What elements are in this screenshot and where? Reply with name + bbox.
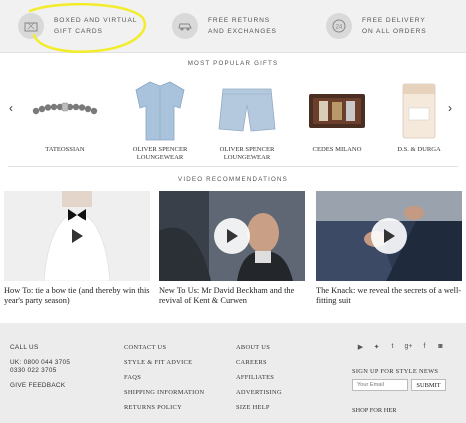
uk-phone[interactable]: UK: 0800 044 3705 xyxy=(10,359,70,366)
section-divider xyxy=(8,166,458,167)
gift-label: D.S. & DURGA xyxy=(397,146,441,153)
video-thumbnail[interactable] xyxy=(4,191,150,281)
twitter-icon[interactable]: ✦ xyxy=(372,342,381,351)
carousel-prev-arrow-icon[interactable]: ‹ xyxy=(9,101,13,115)
gift-label: OLIVER SPENCER xyxy=(219,146,275,153)
benefit-line2: AND EXCHANGES xyxy=(208,28,277,35)
gift-label-line2: LOUNGEWEAR xyxy=(223,154,271,161)
car-icon xyxy=(172,13,198,39)
benefits-bar: BOXED AND VIRTUAL GIFT CARDS FREE RETURN… xyxy=(0,0,466,53)
benefit-free-returns[interactable]: FREE RETURNS AND EXCHANGES xyxy=(172,0,277,52)
footer-help-column: CONTACT US STYLE & FIT ADVICE FAQS SHIPP… xyxy=(124,344,204,419)
newsletter-email-input[interactable] xyxy=(352,379,408,391)
shop-for-her-link[interactable]: SHOP FOR HER xyxy=(352,407,397,414)
footer: CALL US UK: 0800 044 3705 0330 022 3705 … xyxy=(0,323,466,423)
shorts-image xyxy=(209,78,285,142)
benefit-line1: BOXED AND VIRTUAL xyxy=(54,17,138,24)
play-button[interactable] xyxy=(371,218,407,254)
gift-label-line2: LOUNGEWEAR xyxy=(136,154,184,161)
footer-call-column: CALL US UK: 0800 044 3705 0330 022 3705 … xyxy=(10,344,70,397)
play-button[interactable] xyxy=(59,218,95,254)
video-caption[interactable]: How To: tie a bow tie (and thereby win t… xyxy=(4,286,150,306)
video-card[interactable]: How To: tie a bow tie (and thereby win t… xyxy=(4,191,150,306)
box-set-image xyxy=(299,78,375,142)
alt-phone[interactable]: 0330 022 3705 xyxy=(10,367,70,374)
benefit-line2: ON ALL ORDERS xyxy=(362,28,427,35)
video-card[interactable]: The Knack: we reveal the secrets of a we… xyxy=(316,191,462,306)
facebook-icon[interactable]: f xyxy=(420,342,429,351)
benefit-line1: FREE RETURNS xyxy=(208,17,271,24)
video-caption[interactable]: New To Us: Mr David Beckham and the revi… xyxy=(159,286,305,306)
gift-label: CEDES MILANO xyxy=(312,146,362,153)
gift-item[interactable]: OLIVER SPENCER LOUNGEWEAR xyxy=(209,78,285,162)
gift-label: TATEOSSIAN xyxy=(45,146,85,153)
gift-item[interactable]: CEDES MILANO xyxy=(299,78,375,154)
video-caption[interactable]: The Knack: we reveal the secrets of a we… xyxy=(316,286,462,306)
newsletter-submit-button[interactable]: SUBMIT xyxy=(411,379,446,391)
google-plus-icon[interactable]: g+ xyxy=(404,342,413,351)
footer-link[interactable]: AFFILIATES xyxy=(236,374,282,381)
benefit-line1: FREE DELIVERY xyxy=(362,17,426,24)
footer-link[interactable]: RETURNS POLICY xyxy=(124,404,204,411)
instagram-icon[interactable]: ◙ xyxy=(436,342,445,351)
footer-link[interactable]: ADVERTISING xyxy=(236,389,282,396)
footer-about-column: ABOUT US CAREERS AFFILIATES ADVERTISING … xyxy=(236,344,282,419)
video-thumbnail[interactable] xyxy=(316,191,462,281)
footer-link[interactable]: STYLE & FIT ADVICE xyxy=(124,359,204,366)
video-thumbnail[interactable] xyxy=(159,191,305,281)
video-recommendations-title: VIDEO RECOMMENDATIONS xyxy=(178,176,288,183)
most-popular-gifts-title: MOST POPULAR GIFTS xyxy=(187,60,279,67)
footer-link[interactable]: SIZE HELP xyxy=(236,404,282,411)
benefit-gift-cards[interactable]: BOXED AND VIRTUAL GIFT CARDS xyxy=(18,0,137,52)
gift-item[interactable]: TATEOSSIAN xyxy=(27,78,103,154)
footer-link[interactable]: ABOUT US xyxy=(236,344,282,351)
gift-card-icon xyxy=(18,13,44,39)
youtube-icon[interactable]: ▶ xyxy=(356,342,365,351)
bracelet-image xyxy=(27,78,103,142)
gift-item[interactable]: OLIVER SPENCER LOUNGEWEAR xyxy=(122,78,198,162)
24-hour-icon: 24 xyxy=(326,13,352,39)
footer-link[interactable]: SHIPPING INFORMATION xyxy=(124,389,204,396)
give-feedback-link[interactable]: GIVE FEEDBACK xyxy=(10,382,70,389)
footer-link[interactable]: FAQS xyxy=(124,374,204,381)
svg-text:24: 24 xyxy=(336,25,343,31)
benefit-free-delivery[interactable]: 24 FREE DELIVERY ON ALL ORDERS xyxy=(326,0,427,52)
footer-link[interactable]: CONTACT US xyxy=(124,344,204,351)
tumblr-icon[interactable]: t xyxy=(388,342,397,351)
call-us-heading: CALL US xyxy=(10,344,39,351)
shirt-image xyxy=(122,78,198,142)
play-button[interactable] xyxy=(214,218,250,254)
video-card[interactable]: New To Us: Mr David Beckham and the revi… xyxy=(159,191,305,306)
benefit-line2: GIFT CARDS xyxy=(54,28,103,35)
newsletter-label: SIGN UP FOR STYLE NEWS xyxy=(352,368,439,375)
social-links: ▶ ✦ t g+ f ◙ xyxy=(356,342,445,351)
gift-item[interactable]: D.S. & DURGA xyxy=(381,78,457,154)
gift-label: OLIVER SPENCER xyxy=(132,146,188,153)
footer-link[interactable]: CAREERS xyxy=(236,359,282,366)
candle-image xyxy=(381,78,457,142)
